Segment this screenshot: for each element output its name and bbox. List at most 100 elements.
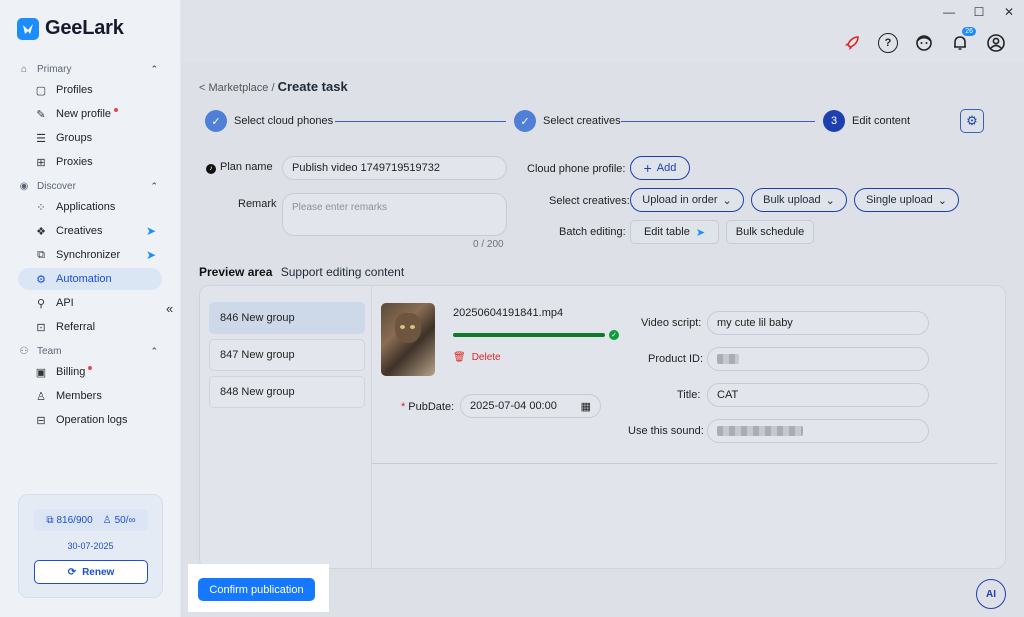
notification-dot [114, 108, 119, 112]
sidebar-item-creatives[interactable]: ❖ Creatives ➤ [18, 220, 162, 242]
refresh-icon: ⟳ [67, 566, 77, 578]
sidebar-item-groups[interactable]: ☰ Groups [18, 127, 162, 149]
cat-shape [395, 313, 421, 343]
sidebar-item-api[interactable]: ⚲ API [18, 292, 162, 314]
bell-icon[interactable]: 26 [950, 27, 976, 53]
video-thumbnail[interactable] [381, 303, 435, 376]
page-title: Create task [277, 79, 348, 94]
group-item[interactable]: 847 New group [209, 339, 365, 371]
title-label: Title: [677, 389, 701, 401]
sidebar-item-applications[interactable]: ⁘ Applications [18, 196, 162, 218]
breadcrumb: < Marketplace / Create task [199, 79, 348, 94]
preview-panel: 846 New group 847 New group 848 New grou… [199, 285, 1006, 569]
help-icon[interactable]: ? [878, 33, 898, 53]
plan-name-label-text: Plan name [220, 161, 273, 173]
bulk-upload-button[interactable]: Bulk upload ⌄ [751, 188, 847, 212]
apps-icon: ⁘ [36, 201, 46, 214]
sidebar-item-profiles[interactable]: ▢ Profiles [18, 79, 162, 101]
step-connector [621, 121, 815, 122]
cat-eye [400, 325, 405, 329]
sidebar-item-synchronizer[interactable]: ⧉ Synchronizer ➤ [18, 244, 162, 266]
renew-button[interactable]: ⟳ Renew [34, 560, 148, 584]
sidebar-item-proxies[interactable]: ⊞ Proxies [18, 151, 162, 173]
breadcrumb-parent[interactable]: < Marketplace / [199, 82, 275, 94]
success-check-icon: ✓ [609, 330, 619, 340]
chevron-up-icon: ⌃ [150, 181, 158, 191]
delete-label: Delete [471, 352, 501, 363]
sound-input[interactable] [707, 419, 929, 443]
section-label: Team [37, 346, 62, 357]
video-script-input[interactable]: my cute lil baby [707, 311, 929, 335]
eye-icon: ◉ [19, 181, 29, 192]
required-asterisk: * [401, 401, 406, 413]
single-upload-button[interactable]: Single upload ⌄ [854, 188, 959, 212]
delete-button[interactable]: 🗑 Delete [453, 352, 501, 363]
edit-table-button[interactable]: Edit table ➤ [630, 220, 719, 244]
minimize-button[interactable]: — [934, 0, 964, 24]
single-upload-label: Single upload [866, 194, 933, 206]
calendar-icon: ▦ [580, 400, 591, 413]
window-controls: — ☐ ✕ [934, 0, 1024, 24]
maximize-button[interactable]: ☐ [964, 0, 994, 24]
group-item[interactable]: 848 New group [209, 376, 365, 408]
sidebar-item-members[interactable]: ♙ Members [18, 385, 162, 407]
plus-icon: + [643, 160, 652, 176]
preview-heading: Preview area Support editing content [199, 265, 404, 279]
geelark-badge-icon: ➤ [695, 226, 706, 239]
sidebar-item-operation-logs[interactable]: ⊟ Operation logs [18, 409, 162, 431]
batch-editing-label: Batch editing: [559, 226, 626, 238]
step-label: Select cloud phones [234, 115, 334, 127]
account-icon[interactable] [986, 33, 1006, 53]
expiry-date: 30-07-2025 [67, 541, 114, 551]
pubdate-picker[interactable]: 2025-07-04 00:00 ▦ [460, 394, 601, 418]
upload-in-order-button[interactable]: Upload in order ⌄ [630, 188, 744, 212]
team-icon: ⚇ [19, 346, 29, 357]
upload-progress-bar [453, 333, 605, 337]
logo[interactable]: GeeLark [17, 17, 124, 40]
profile-quota-value: 816/900 [56, 514, 93, 526]
redacted-value [717, 426, 803, 436]
section-primary[interactable]: ⌂ Primary ⌃ [18, 64, 158, 75]
plan-name-input[interactable]: Publish video 1749719519732 [282, 156, 507, 180]
settings-button[interactable]: ⚙ [960, 109, 984, 133]
sidebar: GeeLark ⌂ Primary ⌃ ▢ Profiles ✎ New pro… [0, 0, 181, 617]
product-id-input[interactable] [707, 347, 929, 371]
section-discover[interactable]: ◉ Discover ⌃ [18, 181, 158, 192]
sidebar-item-billing[interactable]: ▣ Billing [18, 361, 162, 383]
sidebar-item-referral[interactable]: ⊡ Referral [18, 316, 162, 338]
preview-subtitle: Support editing content [280, 265, 405, 279]
sidebar-item-label: Proxies [56, 156, 93, 168]
sidebar-item-label: Operation logs [56, 414, 128, 426]
bulk-upload-label: Bulk upload [763, 194, 821, 206]
group-item[interactable]: 846 New group [209, 302, 365, 334]
collapse-sidebar-icon[interactable]: « [166, 301, 173, 316]
member-quota: ♙ 50/∞ [103, 515, 136, 526]
remark-textarea[interactable]: Please enter remarks [282, 193, 507, 236]
trash-icon: 🗑 [453, 352, 466, 363]
geelark-badge-icon: ➤ [145, 224, 156, 238]
section-team[interactable]: ⚇ Team ⌃ [18, 346, 158, 357]
member-quota-value: 50/∞ [114, 514, 136, 526]
ai-assistant-icon[interactable]: AI [976, 579, 1006, 609]
bulk-schedule-button[interactable]: Bulk schedule [726, 220, 814, 244]
user-icon: ♙ [102, 514, 112, 526]
rocket-icon[interactable] [842, 33, 862, 53]
sidebar-item-automation[interactable]: ⚙ Automation [18, 268, 162, 290]
chevron-down-icon: ⌄ [937, 194, 947, 207]
ai-label: AI [986, 588, 996, 600]
sidebar-item-new-profile[interactable]: ✎ New profile [18, 103, 162, 125]
sidebar-item-label: Automation [56, 273, 112, 285]
profile-icon: ▢ [35, 84, 47, 97]
home-icon: ⌂ [20, 64, 28, 75]
cloud-phone-profile-label: Cloud phone profile: [527, 163, 626, 175]
support-avatar-icon[interactable] [914, 33, 934, 53]
check-icon: ✓ [205, 110, 227, 132]
step-connector [335, 121, 506, 122]
stepper: ✓ Select cloud phones ✓ Select creatives… [205, 110, 995, 134]
title-input[interactable]: CAT [707, 383, 929, 407]
close-button[interactable]: ✕ [994, 0, 1024, 24]
main-content: < Marketplace / Create task ✓ Select clo… [181, 62, 1024, 617]
profiles-icon: ⧉ [46, 514, 54, 526]
add-profile-button[interactable]: + Add [630, 156, 690, 180]
confirm-publication-button[interactable]: Confirm publication [198, 578, 315, 601]
